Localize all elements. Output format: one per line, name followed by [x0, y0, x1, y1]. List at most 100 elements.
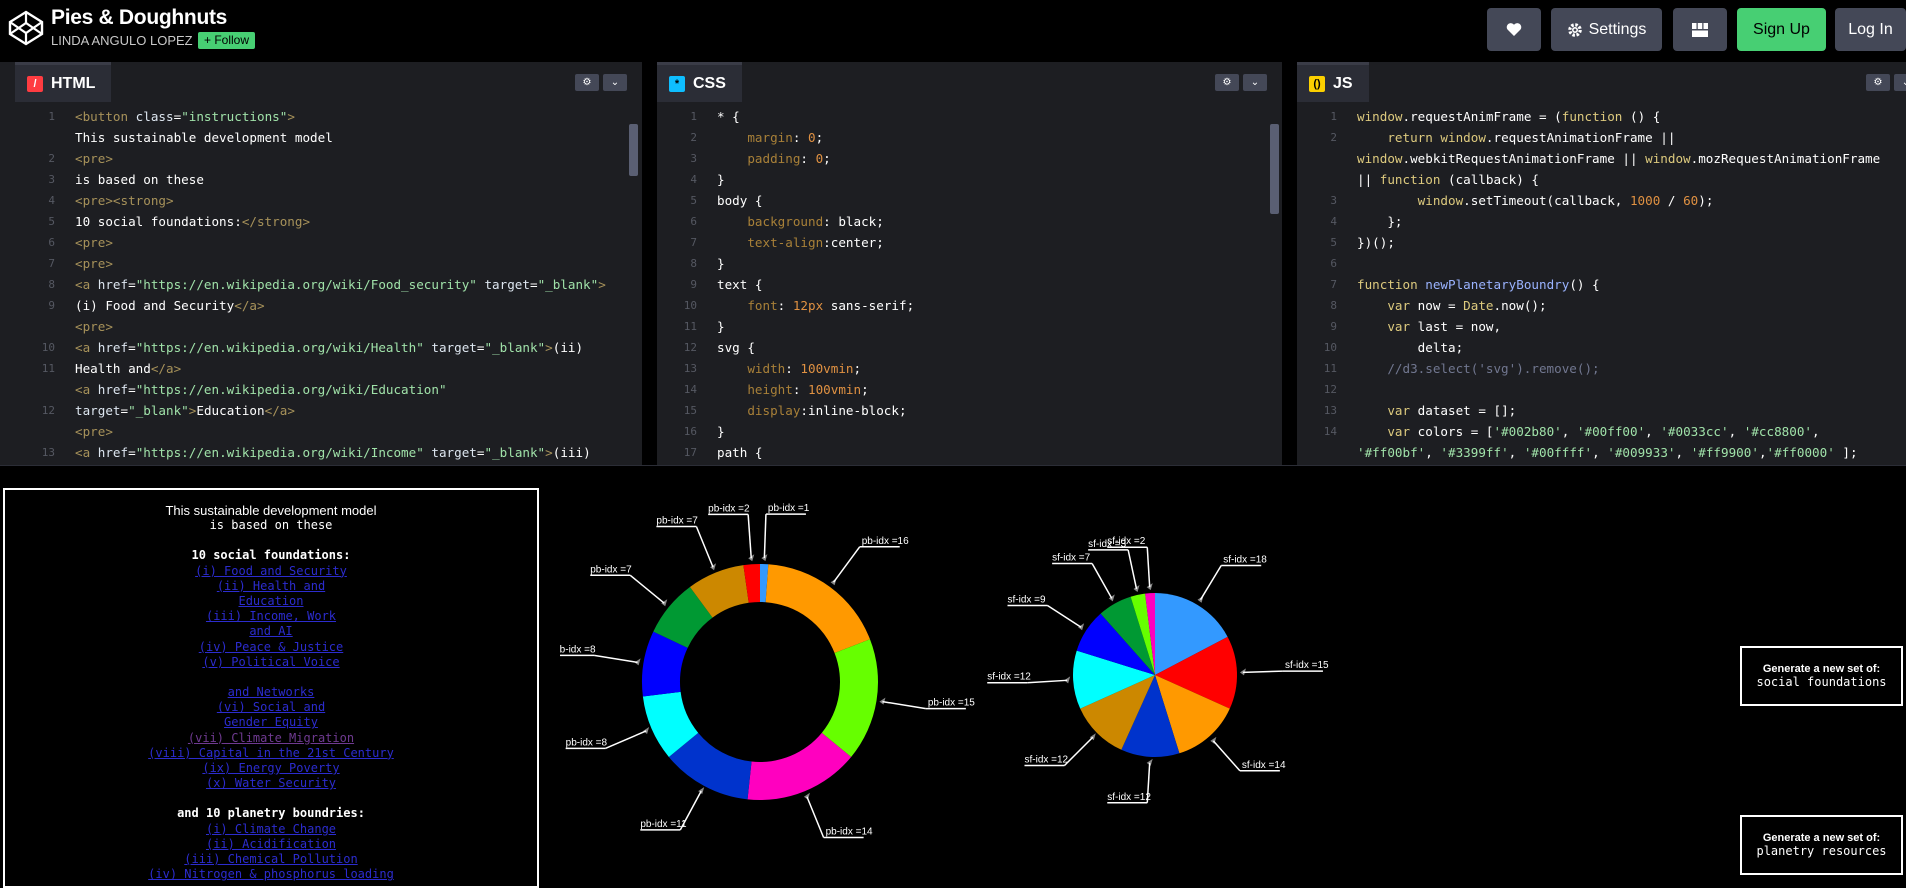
css-code-line[interactable]: 16} — [657, 421, 1282, 442]
js-code-line[interactable]: 8 var now = Date.now(); — [1297, 295, 1906, 316]
js-code-line[interactable]: 10 delta; — [1297, 337, 1906, 358]
css-code-line[interactable]: 17 path { — [657, 442, 1282, 463]
html-code-line[interactable]: 6 <pre> — [15, 232, 642, 253]
html-code[interactable]: 1 <button class="instructions"> This susta… — [15, 102, 642, 465]
generate-social-foundations-button[interactable]: Generate a new set of: social foundation… — [1740, 646, 1903, 706]
js-code-line[interactable]: 1 window.requestAnimFrame = (function () … — [1297, 106, 1906, 127]
log-in-button[interactable]: Log In — [1835, 8, 1906, 51]
js-code-line[interactable]: || function (callback) { — [1297, 169, 1906, 190]
css-code-line[interactable]: 5 body { — [657, 190, 1282, 211]
js-code-line[interactable]: 12 — [1297, 379, 1906, 400]
html-code-line[interactable]: 11 Health and</a> — [15, 358, 642, 379]
js-code-line[interactable]: 3 window.setTimeout(callback, 1000 / 60)… — [1297, 190, 1906, 211]
social-foundation-link[interactable]: (ix) Energy Poverty — [5, 761, 537, 776]
pane-divider[interactable] — [1282, 62, 1297, 465]
css-code-line[interactable]: 10 font: 12px sans-serif; — [657, 295, 1282, 316]
social-foundation-link[interactable]: and Networks — [5, 685, 537, 700]
css-code-line[interactable]: 3 padding: 0; — [657, 148, 1282, 169]
social-foundation-link[interactable]: Education — [5, 594, 537, 609]
css-code[interactable]: 1 * {2 margin: 0; 3 padding: 0; 4} 5 body {6 … — [657, 102, 1282, 465]
js-code-line[interactable]: window.webkitRequestAnimationFrame || wi… — [1297, 148, 1906, 169]
pane-divider[interactable] — [642, 62, 657, 465]
html-code-line[interactable]: 10 <a href="https://en.wikipedia.org/wiki… — [15, 337, 642, 358]
social-foundation-link[interactable]: (x) Water Security — [5, 776, 537, 791]
css-code-line[interactable]: 7 text-align:center; — [657, 232, 1282, 253]
css-code-line[interactable]: 14 height: 100vmin; — [657, 379, 1282, 400]
css-tab[interactable]: * CSS — [657, 62, 742, 102]
social-foundation-link[interactable]: and AI — [5, 624, 537, 639]
planetary-boundary-link[interactable]: (i) Climate Change — [5, 822, 537, 837]
html-settings-button[interactable]: ⚙ — [575, 74, 599, 91]
html-tab-label: HTML — [51, 74, 96, 92]
social-foundation-link[interactable]: (vi) Social and — [5, 700, 537, 715]
sign-up-button[interactable]: Sign Up — [1737, 8, 1826, 51]
js-code-line[interactable]: '#ff00bf', '#3399ff', '#00ffff', '#00993… — [1297, 442, 1906, 463]
js-code-line[interactable]: 6 — [1297, 253, 1906, 274]
html-code-line[interactable]: 8 <a href="https://en.wikipedia.org/wiki/… — [15, 274, 642, 295]
css-code-line[interactable]: 4} — [657, 169, 1282, 190]
social-foundation-link[interactable]: Gender Equity — [5, 715, 537, 730]
css-code-line[interactable]: 15 display:inline-block; — [657, 400, 1282, 421]
js-settings-button[interactable]: ⚙ — [1866, 74, 1890, 91]
js-collapse-button[interactable]: ⌄ — [1894, 74, 1906, 91]
html-scrollbar[interactable] — [629, 124, 638, 176]
planetary-boundary-link[interactable]: (ii) Acidification — [5, 837, 537, 852]
social-foundation-link[interactable]: (ii) Health and — [5, 579, 537, 594]
social-foundation-link[interactable]: (i) Food and Security — [5, 564, 537, 579]
css-code-line[interactable]: 1 * { — [657, 106, 1282, 127]
css-code-line[interactable]: 2 margin: 0; — [657, 127, 1282, 148]
generate-planetary-resources-button[interactable]: Generate a new set of: planetry resource… — [1740, 815, 1903, 875]
social-foundation-link[interactable]: (vii) Climate Migration — [5, 731, 537, 746]
css-settings-button[interactable]: ⚙ — [1215, 74, 1239, 91]
css-code-line[interactable]: 12 svg { — [657, 337, 1282, 358]
sf-leader-line — [1047, 604, 1082, 628]
author-name[interactable]: LINDA ANGULO LOPEZ — [51, 33, 193, 48]
html-code-line[interactable]: 3 is based on these — [15, 169, 642, 190]
planetary-boundary-link[interactable]: (iii) Chemical Pollution — [5, 852, 537, 867]
html-code-line[interactable]: 5 10 social foundations:</strong> — [15, 211, 642, 232]
planetary-boundary-link[interactable]: (iv) Nitrogen & phosphorus loading — [5, 867, 537, 882]
html-collapse-button[interactable]: ⌄ — [603, 74, 627, 91]
social-foundation-link[interactable]: (viii) Capital in the 21st Century — [5, 746, 537, 761]
social-foundation-link[interactable]: (v) Political Voice — [5, 655, 537, 670]
css-code-line[interactable]: 11} — [657, 316, 1282, 337]
css-scrollbar[interactable] — [1270, 124, 1279, 214]
like-button[interactable] — [1487, 8, 1541, 51]
css-code-line[interactable]: 8} — [657, 253, 1282, 274]
js-code-line[interactable]: 11 //d3.select('svg').remove(); — [1297, 358, 1906, 379]
js-tab[interactable]: () JS — [1297, 62, 1369, 102]
html-code-line[interactable]: 1 <button class="instructions"> — [15, 106, 642, 127]
codepen-logo-icon[interactable] — [8, 10, 44, 46]
change-view-button[interactable] — [1673, 8, 1727, 51]
follow-button[interactable]: + Follow — [198, 32, 256, 49]
preview-resizer[interactable] — [0, 465, 1906, 486]
js-code-line[interactable]: 14 var colors = ['#002b80', '#00ff00', '… — [1297, 421, 1906, 442]
html-code-line[interactable]: This sustainable development model — [15, 127, 642, 148]
js-code-line[interactable]: 13 var dataset = []; — [1297, 400, 1906, 421]
html-code-line[interactable]: 13 <a href="https://en.wikipedia.org/wiki… — [15, 442, 642, 463]
social-foundation-link[interactable]: (iii) Income, Work — [5, 609, 537, 624]
instructions-box[interactable]: This sustainable development model is ba… — [3, 488, 539, 888]
js-code-line[interactable]: 2 return window.requestAnimationFrame || — [1297, 127, 1906, 148]
css-code-line[interactable]: 6 background: black; — [657, 211, 1282, 232]
css-collapse-button[interactable]: ⌄ — [1243, 74, 1267, 91]
html-code-line[interactable]: 4 <pre><strong> — [15, 190, 642, 211]
html-tab[interactable]: / HTML — [15, 62, 112, 102]
html-code-line[interactable]: 9 (i) Food and Security</a> — [15, 295, 642, 316]
html-code-line[interactable]: 7 <pre> — [15, 253, 642, 274]
social-foundation-link[interactable]: (iv) Peace & Justice — [5, 640, 537, 655]
js-code-line[interactable]: 7 function newPlanetaryBoundry() { — [1297, 274, 1906, 295]
js-code-line[interactable]: 5})(); — [1297, 232, 1906, 253]
js-code[interactable]: 1 window.requestAnimFrame = (function () … — [1297, 102, 1906, 465]
css-code-line[interactable]: 9 text { — [657, 274, 1282, 295]
css-code-line[interactable]: 13 width: 100vmin; — [657, 358, 1282, 379]
html-code-line[interactable]: 2 <pre> — [15, 148, 642, 169]
js-code-line[interactable]: 9 var last = now, — [1297, 316, 1906, 337]
html-code-line[interactable]: <a href="https://en.wikipedia.org/wiki/E… — [15, 379, 642, 400]
js-code-line[interactable]: 4 }; — [1297, 211, 1906, 232]
settings-button[interactable]: Settings — [1551, 8, 1662, 51]
settings-label: Settings — [1588, 20, 1647, 38]
html-code-line[interactable]: <pre> — [15, 316, 642, 337]
html-code-line[interactable]: 12 target="_blank">Education</a> — [15, 400, 642, 421]
html-code-line[interactable]: <pre> — [15, 421, 642, 442]
